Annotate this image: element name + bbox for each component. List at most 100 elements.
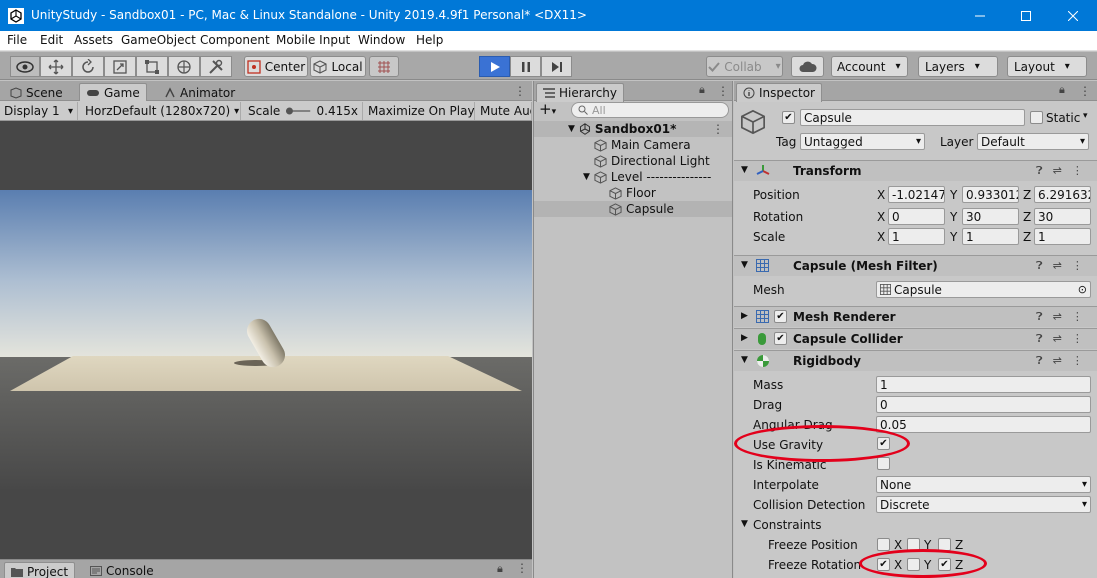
collapse-arrow-icon[interactable]: ▼ — [741, 165, 748, 175]
expand-arrow-icon[interactable]: ▶ — [741, 333, 748, 343]
scale-z-field[interactable]: 1 — [1034, 228, 1091, 245]
static-checkbox[interactable] — [1030, 111, 1043, 124]
preset-icon[interactable]: ⇌ — [1053, 332, 1062, 346]
interpolate-dropdown[interactable]: None — [876, 476, 1091, 493]
expand-arrow-icon[interactable]: ▶ — [741, 311, 748, 321]
resolution-dropdown[interactable]: HorzDefault (1280x720) — [81, 102, 241, 120]
tab-console[interactable]: Console — [84, 562, 160, 578]
menu-edit[interactable]: Edit — [40, 33, 63, 47]
preset-icon[interactable]: ⇌ — [1053, 259, 1062, 273]
scale-tool-button[interactable] — [104, 56, 136, 77]
display-dropdown[interactable]: Display 1 — [0, 102, 78, 120]
scale-y-field[interactable]: 1 — [962, 228, 1019, 245]
rect-tool-button[interactable] — [136, 56, 168, 77]
scene-options-icon[interactable]: ⋮ — [712, 122, 724, 136]
tab-game[interactable]: Game — [79, 83, 147, 102]
object-active-checkbox[interactable]: ✔ — [782, 111, 795, 124]
expand-arrow-icon[interactable]: ▼ — [568, 124, 575, 134]
component-menu-icon[interactable]: ⋮ — [1072, 332, 1083, 346]
position-y-field[interactable]: 0.933012 — [962, 186, 1019, 203]
capsule-collider-header[interactable]: ▶ ✔ Capsule Collider ❓︎ ⇌ ⋮ — [734, 328, 1097, 349]
game-view[interactable] — [0, 121, 532, 559]
component-menu-icon[interactable]: ⋮ — [1072, 354, 1083, 368]
component-menu-icon[interactable]: ⋮ — [1072, 164, 1083, 178]
hierarchy-search-input[interactable]: All — [571, 102, 729, 118]
tag-dropdown[interactable]: Untagged — [800, 133, 925, 150]
menu-gameobject[interactable]: GameObject — [121, 33, 196, 47]
hierarchy-options-icon[interactable]: ⋮ — [717, 84, 729, 98]
account-dropdown[interactable]: Account — [831, 56, 908, 77]
collapse-arrow-icon[interactable]: ▼ — [741, 355, 748, 365]
close-window-button[interactable] — [1050, 0, 1096, 31]
collab-dropdown[interactable]: Collab — [706, 56, 783, 77]
add-object-button[interactable]: +▾ — [539, 102, 556, 120]
capsule-collider-enabled-checkbox[interactable]: ✔ — [774, 332, 787, 345]
freeze-position-x-checkbox[interactable] — [877, 538, 890, 551]
is-kinematic-checkbox[interactable] — [877, 457, 890, 470]
grid-snap-button[interactable] — [369, 56, 399, 77]
mesh-renderer-enabled-checkbox[interactable]: ✔ — [774, 310, 787, 323]
view-options-icon[interactable]: ⋮ — [514, 84, 526, 98]
collision-detection-dropdown[interactable]: Discrete — [876, 496, 1091, 513]
pause-button[interactable] — [510, 56, 541, 77]
preset-icon[interactable]: ⇌ — [1053, 310, 1062, 324]
help-icon[interactable]: ❓︎ — [1036, 332, 1043, 346]
pivot-mode-button[interactable]: Center — [244, 56, 308, 77]
help-icon[interactable]: ❓︎ — [1036, 164, 1043, 178]
tab-scene[interactable]: Scene — [4, 83, 69, 102]
menu-window[interactable]: Window — [358, 33, 405, 47]
scale-slider-track[interactable] — [286, 106, 311, 116]
maximize-button[interactable] — [1003, 0, 1049, 31]
menu-file[interactable]: File — [7, 33, 27, 47]
hierarchy-item-level[interactable]: ▼ Level --------------- — [583, 169, 711, 185]
help-icon[interactable]: ❓︎ — [1036, 354, 1043, 368]
play-button[interactable] — [479, 56, 510, 77]
static-dropdown-icon[interactable]: ▾ — [1083, 111, 1088, 121]
help-icon[interactable]: ❓︎ — [1036, 310, 1043, 324]
tab-inspector[interactable]: Inspector — [736, 83, 822, 102]
preset-icon[interactable]: ⇌ — [1053, 164, 1062, 178]
rotate-tool-button[interactable] — [72, 56, 104, 77]
rotation-x-field[interactable]: 0 — [888, 208, 945, 225]
collapse-arrow-icon[interactable]: ▼ — [741, 260, 748, 270]
object-name-input[interactable]: Capsule — [800, 109, 1025, 126]
move-tool-button[interactable] — [40, 56, 72, 77]
custom-tool-button[interactable] — [200, 56, 232, 77]
object-picker-icon[interactable]: ⊙ — [1078, 283, 1087, 296]
mesh-filter-header[interactable]: ▼ Capsule (Mesh Filter) ❓︎ ⇌ ⋮ — [734, 255, 1097, 276]
inspector-options-icon[interactable]: ⋮ — [1079, 84, 1091, 98]
scale-x-field[interactable]: 1 — [888, 228, 945, 245]
lock-icon[interactable]: 🔒︎ — [1059, 83, 1065, 97]
menu-mobile-input[interactable]: Mobile Input — [276, 33, 350, 47]
hierarchy-item-capsule[interactable]: Capsule — [534, 201, 732, 217]
scale-slider[interactable]: Scale 0.415x — [244, 102, 363, 120]
hierarchy-item-floor[interactable]: Floor — [609, 185, 656, 201]
hierarchy-item-main-camera[interactable]: Main Camera — [594, 137, 691, 153]
menu-component[interactable]: Component — [200, 33, 270, 47]
mass-field[interactable]: 1 — [876, 376, 1091, 393]
rotation-z-field[interactable]: 30 — [1034, 208, 1091, 225]
mesh-renderer-header[interactable]: ▶ ✔ Mesh Renderer ❓︎ ⇌ ⋮ — [734, 306, 1097, 327]
mesh-object-field[interactable]: Capsule ⊙ — [876, 281, 1091, 298]
preset-icon[interactable]: ⇌ — [1053, 354, 1062, 368]
bottom-options-icon[interactable]: ⋮ — [516, 561, 528, 575]
maximize-on-play-toggle[interactable]: Maximize On Play — [364, 102, 475, 120]
tab-project[interactable]: Project — [4, 562, 76, 578]
drag-field[interactable]: 0 — [876, 396, 1091, 413]
mute-audio-toggle[interactable]: Mute Audio — [476, 102, 532, 120]
expand-arrow-icon[interactable]: ▼ — [583, 172, 590, 182]
help-icon[interactable]: ❓︎ — [1036, 259, 1043, 273]
minimize-button[interactable] — [957, 0, 1003, 31]
hierarchy-scene-row[interactable]: ▼ Sandbox01* ⋮ — [534, 121, 732, 137]
angular-drag-field[interactable]: 0.05 — [876, 416, 1091, 433]
space-mode-button[interactable]: Local — [310, 56, 366, 77]
position-z-field[interactable]: 6.291632 — [1034, 186, 1091, 203]
layout-dropdown[interactable]: Layout — [1007, 56, 1087, 77]
step-button[interactable] — [541, 56, 572, 77]
tab-animator[interactable]: Animator — [158, 83, 241, 102]
lock-icon[interactable]: 🔒︎ — [497, 562, 503, 576]
layer-dropdown[interactable]: Default — [977, 133, 1089, 150]
rotation-y-field[interactable]: 30 — [962, 208, 1019, 225]
component-menu-icon[interactable]: ⋮ — [1072, 259, 1083, 273]
view-tool-button[interactable] — [10, 56, 40, 77]
